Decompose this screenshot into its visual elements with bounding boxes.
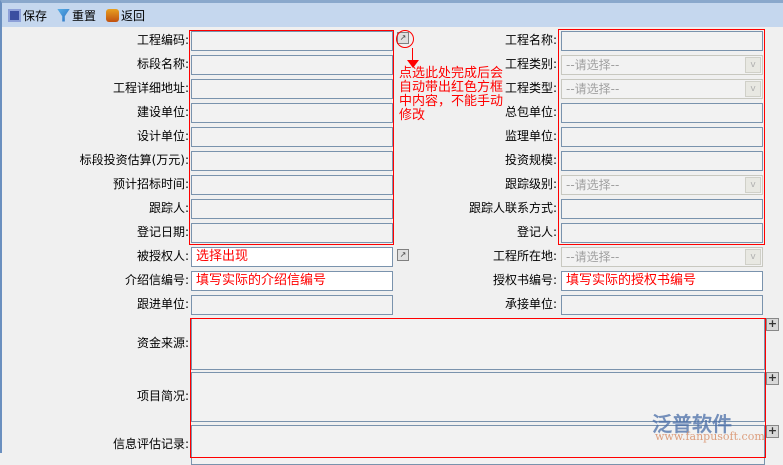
left_rows-label: 工程编码:: [136, 33, 189, 47]
right_rows-label: 承接单位:: [504, 297, 557, 311]
toolbar: 保存 重置 返回: [2, 3, 783, 27]
right_rows-select[interactable]: --请选择-- v: [561, 79, 763, 99]
input-value: 填写实际的授权书编号: [566, 273, 697, 288]
right_rows-label: 登记人:: [516, 225, 557, 239]
select-value: --请选择--: [566, 178, 620, 192]
left_rows-input[interactable]: [191, 103, 393, 123]
left_rows-input[interactable]: 选择出现: [191, 247, 393, 267]
right_rows-input[interactable]: [561, 151, 763, 171]
left_rows-label: 设计单位:: [136, 129, 189, 143]
right_rows-input[interactable]: [561, 199, 763, 219]
left_rows-input[interactable]: [191, 199, 393, 219]
left_rows-label: 跟踪人:: [148, 201, 189, 215]
annotation-text: 点选此处完成后会自动带出红色方框中内容，不能手动修改: [399, 66, 504, 123]
right_rows-label: 监理单位:: [504, 129, 557, 143]
right_rows-input[interactable]: [561, 223, 763, 243]
pick-authorized-person-icon[interactable]: ↗: [397, 249, 409, 261]
right_rows-label: 授权书编号:: [492, 273, 557, 287]
input-value: 填写实际的介绍信编号: [196, 273, 327, 288]
left_rows-label: 被授权人:: [136, 249, 189, 263]
expand-plus-icon[interactable]: +: [766, 318, 779, 331]
chevron-down-icon[interactable]: v: [745, 177, 761, 193]
left_rows-label: 跟进单位:: [136, 297, 189, 311]
left_rows-label: 工程详细地址:: [112, 81, 189, 95]
back-button[interactable]: 返回: [106, 7, 145, 24]
textarea-label: 资金来源:: [136, 336, 189, 350]
right_rows-input[interactable]: [561, 127, 763, 147]
textarea-label: 信息评估记录:: [112, 437, 189, 451]
select-value: --请选择--: [566, 250, 620, 264]
left_rows-label: 标段名称:: [136, 57, 189, 71]
left_rows-input[interactable]: [191, 79, 393, 99]
reset-icon: [57, 8, 71, 22]
input-value: 选择出现: [196, 249, 249, 264]
select-value: --请选择--: [566, 82, 620, 96]
back-icon: [106, 8, 120, 22]
left_rows-input[interactable]: [191, 175, 393, 195]
left_rows-input[interactable]: [191, 151, 393, 171]
left_rows-label: 标段投资估算(万元):: [79, 153, 189, 167]
right_rows-input[interactable]: [561, 103, 763, 123]
left_rows-input[interactable]: [191, 31, 393, 51]
left_rows-label: 预计招标时间:: [112, 177, 189, 191]
reset-button[interactable]: 重置: [57, 7, 96, 24]
textarea-label: 项目简况:: [136, 389, 189, 403]
left_rows-input[interactable]: [191, 295, 393, 315]
left_rows-label: 登记日期:: [136, 225, 189, 239]
right_rows-label: 投资规模:: [504, 153, 557, 167]
right_rows-input[interactable]: 填写实际的授权书编号: [561, 271, 763, 291]
chevron-down-icon[interactable]: v: [745, 81, 761, 97]
select-value: --请选择--: [566, 58, 620, 72]
save-icon: [8, 8, 21, 22]
save-button[interactable]: 保存: [8, 7, 47, 24]
logo-url: www.fanpusoft.com: [655, 430, 765, 443]
right_rows-label: 跟踪人联系方式:: [468, 201, 557, 215]
right_rows-label: 跟踪级别:: [504, 177, 557, 191]
right_rows-select[interactable]: --请选择-- v: [561, 247, 763, 267]
right_rows-input[interactable]: [561, 31, 763, 51]
left_rows-input[interactable]: [191, 127, 393, 147]
left_rows-label: 建设单位:: [136, 105, 189, 119]
annotation-circle: [396, 30, 414, 48]
left_rows-input[interactable]: 填写实际的介绍信编号: [191, 271, 393, 291]
right_rows-input[interactable]: [561, 295, 763, 315]
left_rows-input[interactable]: [191, 223, 393, 243]
expand-plus-icon[interactable]: +: [766, 372, 779, 385]
chevron-down-icon[interactable]: v: [745, 249, 761, 265]
left_rows-input[interactable]: [191, 55, 393, 75]
left_rows-label: 介绍信编号:: [124, 273, 189, 287]
expand-plus-icon[interactable]: +: [766, 425, 779, 438]
right_rows-select[interactable]: --请选择-- v: [561, 175, 763, 195]
right_rows-select[interactable]: --请选择-- v: [561, 55, 763, 75]
chevron-down-icon[interactable]: v: [745, 57, 761, 73]
textarea[interactable]: [191, 318, 765, 370]
